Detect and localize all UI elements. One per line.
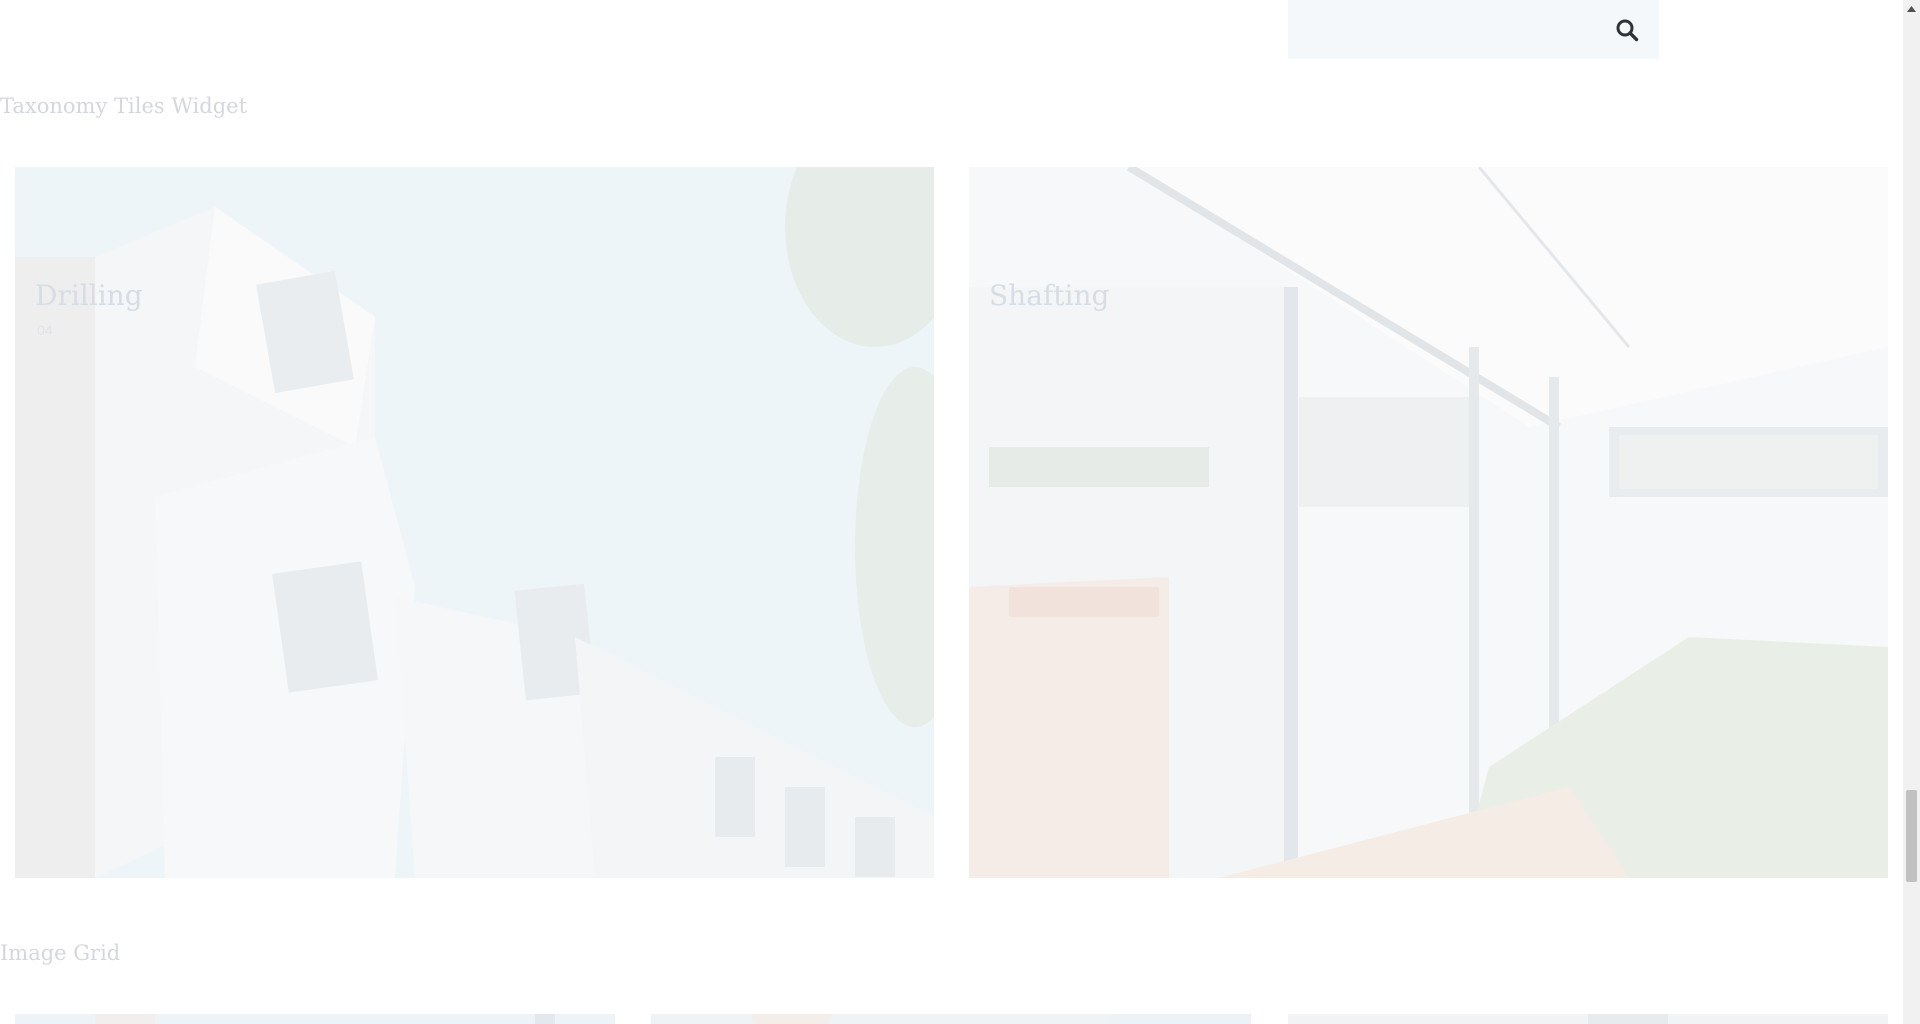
taxonomy-tile-drilling[interactable]: Drilling 04 bbox=[15, 167, 934, 878]
image-grid-heading: Image Grid bbox=[0, 941, 121, 965]
scrollbar[interactable] bbox=[1903, 0, 1920, 1024]
tile-label: Drilling bbox=[35, 279, 143, 312]
tile-count: 04 bbox=[37, 322, 53, 338]
tile-image-interior bbox=[969, 167, 1888, 878]
grid-image bbox=[15, 1014, 615, 1024]
taxonomy-tile-shafting[interactable]: Shafting bbox=[969, 167, 1888, 878]
search-input[interactable] bbox=[1288, 0, 1598, 59]
image-grid-item[interactable] bbox=[651, 1014, 1251, 1024]
search-box bbox=[1288, 0, 1659, 59]
scroll-up-button[interactable] bbox=[1903, 0, 1920, 17]
arrow-up-icon bbox=[1907, 5, 1916, 12]
grid-image bbox=[1288, 1014, 1888, 1024]
search-icon bbox=[1616, 19, 1639, 42]
tile-image-building bbox=[15, 167, 934, 878]
page: Taxonomy Tiles Widget Drilling 04 Shafti… bbox=[0, 0, 1903, 1024]
scroll-thumb[interactable] bbox=[1906, 790, 1917, 882]
search-button[interactable] bbox=[1613, 16, 1641, 44]
image-grid-item[interactable] bbox=[1288, 1014, 1888, 1024]
image-grid-item[interactable] bbox=[15, 1014, 615, 1024]
taxonomy-tiles-heading: Taxonomy Tiles Widget bbox=[0, 94, 248, 118]
grid-image bbox=[651, 1014, 1251, 1024]
tile-label: Shafting bbox=[989, 279, 1110, 312]
